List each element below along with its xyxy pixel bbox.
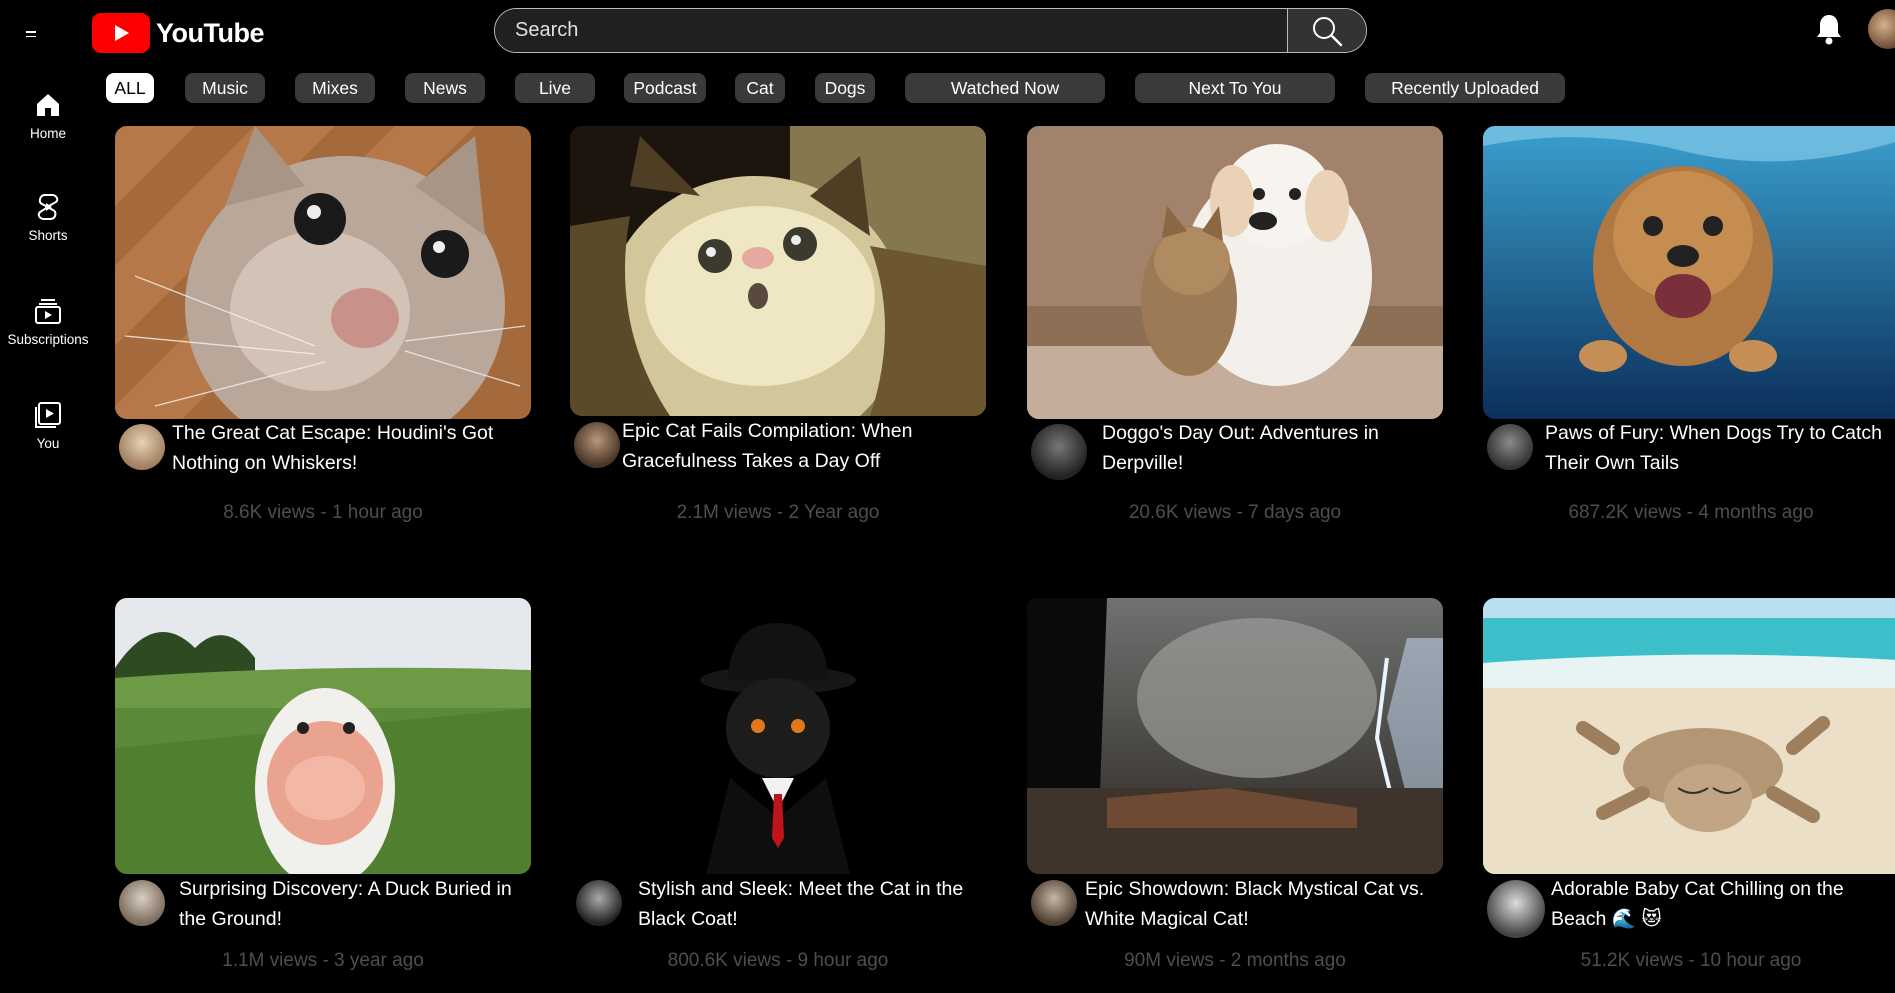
video-thumbnail[interactable] — [1483, 598, 1895, 874]
search-button[interactable] — [1287, 9, 1366, 52]
video-card: Epic Showdown: Black Mystical Cat vs. Wh… — [1027, 598, 1443, 993]
chip-next-to-you[interactable]: Next To You — [1135, 73, 1335, 103]
video-title[interactable]: Epic Showdown: Black Mystical Cat vs. Wh… — [1085, 874, 1445, 934]
youtube-logo[interactable]: YouTube — [92, 12, 264, 54]
sidebar-item-you[interactable]: You — [0, 400, 96, 451]
video-card: Epic Cat Fails Compilation: When Gracefu… — [570, 126, 986, 546]
channel-avatar[interactable] — [1031, 424, 1087, 480]
channel-avatar[interactable] — [574, 422, 620, 468]
video-title[interactable]: Epic Cat Fails Compilation: When Gracefu… — [622, 416, 982, 476]
video-thumbnail[interactable] — [570, 126, 986, 416]
video-title[interactable]: Stylish and Sleek: Meet the Cat in the B… — [638, 874, 998, 934]
subscriptions-icon — [35, 299, 61, 324]
video-card: Doggo's Day Out: Adventures in Derpville… — [1027, 126, 1443, 546]
channel-avatar[interactable] — [1487, 880, 1545, 938]
chip-live[interactable]: Live — [515, 73, 595, 103]
video-title[interactable]: The Great Cat Escape: Houdini's Got Noth… — [172, 418, 532, 478]
search-icon — [1313, 16, 1343, 46]
channel-avatar[interactable] — [119, 880, 165, 926]
sidebar-item-label: Shorts — [28, 228, 68, 243]
chip-music[interactable]: Music — [185, 73, 265, 103]
video-thumbnail[interactable] — [1027, 598, 1443, 874]
home-icon — [37, 94, 59, 116]
video-card: The Great Cat Escape: Houdini's Got Noth… — [115, 126, 531, 546]
sidebar-item-shorts[interactable]: Shorts — [0, 192, 96, 243]
chip-dogs[interactable]: Dogs — [815, 73, 875, 103]
library-icon — [35, 402, 61, 428]
shorts-icon — [37, 194, 59, 220]
video-meta: 2.1M views - 2 Year ago — [676, 502, 880, 523]
video-title[interactable]: Paws of Fury: When Dogs Try to Catch The… — [1545, 418, 1895, 478]
menu-icon[interactable] — [26, 22, 46, 46]
video-meta: 687.2K views - 4 months ago — [1568, 502, 1814, 523]
video-thumbnail[interactable] — [1027, 126, 1443, 419]
video-meta: 20.6K views - 7 days ago — [1128, 502, 1342, 523]
video-meta: 8.6K views - 1 hour ago — [223, 502, 423, 523]
chip-all[interactable]: ALL — [106, 73, 154, 103]
play-icon — [92, 13, 150, 53]
video-card: Adorable Baby Cat Chilling on the Beach … — [1483, 598, 1895, 993]
video-title[interactable]: Doggo's Day Out: Adventures in Derpville… — [1102, 418, 1462, 478]
sidebar-item-label: You — [36, 436, 60, 451]
chip-news[interactable]: News — [405, 73, 485, 103]
video-meta: 800.6K views - 9 hour ago — [667, 950, 889, 971]
channel-avatar[interactable] — [119, 424, 165, 470]
chip-mixes[interactable]: Mixes — [295, 73, 375, 103]
channel-avatar[interactable] — [1031, 880, 1077, 926]
channel-avatar[interactable] — [1487, 424, 1533, 470]
chip-cat[interactable]: Cat — [735, 73, 785, 103]
video-title[interactable]: Surprising Discovery: A Duck Buried in t… — [179, 874, 539, 934]
chip-podcast[interactable]: Podcast — [624, 73, 706, 103]
user-avatar[interactable] — [1868, 9, 1895, 49]
video-thumbnail[interactable] — [1483, 126, 1895, 419]
sidebar-item-subscriptions[interactable]: Subscriptions — [0, 296, 96, 347]
sidebar-item-home[interactable]: Home — [0, 90, 96, 141]
channel-avatar[interactable] — [576, 880, 622, 926]
video-thumbnail[interactable] — [115, 598, 531, 874]
video-meta: 1.1M views - 3 year ago — [222, 950, 424, 971]
video-card: Stylish and Sleek: Meet the Cat in the B… — [570, 598, 986, 993]
logo-text: YouTube — [156, 17, 264, 48]
search-input[interactable] — [495, 9, 1287, 52]
sidebar-item-label: Home — [29, 126, 66, 141]
video-meta: 51.2K views - 10 hour ago — [1580, 950, 1802, 971]
video-thumbnail[interactable] — [570, 598, 986, 874]
chip-recently-uploaded[interactable]: Recently Uploaded — [1365, 73, 1565, 103]
search-bar — [494, 8, 1367, 53]
chip-watched-now[interactable]: Watched Now — [905, 73, 1105, 103]
video-card: Paws of Fury: When Dogs Try to Catch The… — [1483, 126, 1895, 546]
video-meta: 90M views - 2 months ago — [1124, 950, 1346, 971]
sidebar-item-label: Subscriptions — [7, 332, 89, 347]
video-title[interactable]: Adorable Baby Cat Chilling on the Beach … — [1551, 874, 1895, 934]
video-thumbnail[interactable] — [115, 126, 531, 419]
video-card: Surprising Discovery: A Duck Buried in t… — [115, 598, 531, 993]
notifications-bell-icon[interactable] — [1814, 12, 1844, 46]
